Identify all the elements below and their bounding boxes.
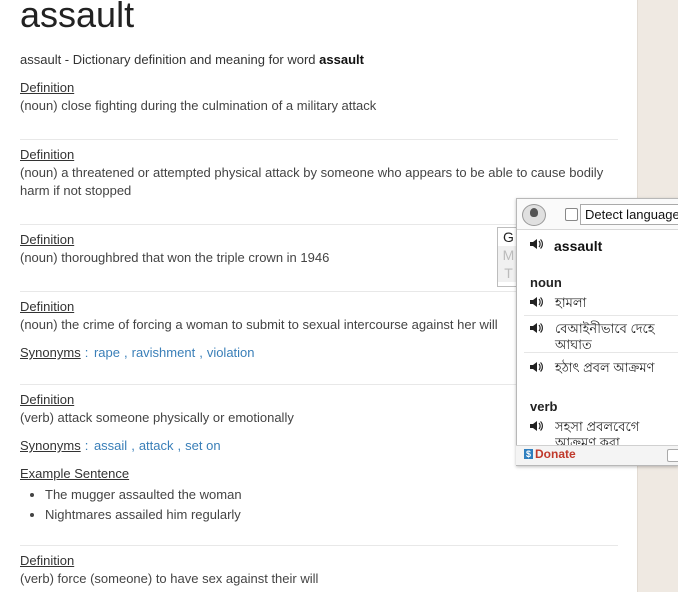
donate-link[interactable]: Donate	[535, 447, 576, 461]
example-item: Nightmares assailed him regularly	[45, 505, 618, 525]
speaker-icon[interactable]	[529, 322, 543, 334]
definition-text: (verb) force (someone) to have sex again…	[20, 571, 319, 586]
translation-item: বেআইনীভাবে দেহে আঘাত	[555, 321, 655, 352]
definition-label: Definition	[20, 392, 75, 407]
translation-item: হঠাৎ প্রবল আক্রমণ	[555, 360, 655, 375]
definition-entry: Definition (noun) close fighting during …	[20, 79, 618, 115]
translation-item: সহসা প্রবলবেগে আক্রমণ করা	[555, 419, 640, 445]
pos-noun-label: noun	[530, 275, 562, 290]
speaker-icon[interactable]	[529, 420, 543, 432]
detect-language-select[interactable]: Detect language	[580, 204, 678, 225]
donate-icon: $	[524, 449, 533, 459]
translator-logo-icon[interactable]	[522, 204, 546, 226]
page-title: assault	[20, 0, 135, 35]
entry-divider	[20, 139, 618, 140]
definition-label: Definition	[20, 232, 75, 247]
synonyms-label: Synonyms	[20, 345, 81, 360]
example-item: The mugger assaulted the woman	[45, 485, 618, 505]
definition-label: Definition	[20, 147, 75, 162]
translation-divider	[524, 352, 678, 353]
synonym-link[interactable]: assail	[94, 438, 127, 453]
synonym-link[interactable]: rape	[94, 345, 120, 360]
definition-label: Definition	[20, 553, 75, 568]
synonyms-label: Synonyms	[20, 438, 81, 453]
definition-text: (noun) a threatened or attempted physica…	[20, 165, 604, 198]
speaker-icon[interactable]	[529, 296, 543, 308]
entry-divider	[20, 545, 618, 546]
definition-text: (noun) the crime of forcing a woman to s…	[20, 317, 498, 332]
speaker-icon[interactable]	[529, 361, 543, 373]
translation-divider	[524, 315, 678, 316]
translator-headword: assault	[554, 238, 603, 254]
definition-text: (noun) close fighting during the culmina…	[20, 98, 377, 113]
definition-entry: Definition (noun) a threatened or attemp…	[20, 146, 618, 200]
definition-label: Definition	[20, 299, 75, 314]
subtitle-text: assault - Dictionary definition and mean…	[20, 52, 320, 67]
example-sentence-label: Example Sentence	[20, 466, 130, 481]
detect-language-checkbox[interactable]	[565, 208, 578, 221]
synonym-link[interactable]: set on	[185, 438, 220, 453]
synonym-link[interactable]: attack	[139, 438, 174, 453]
synonym-link[interactable]: violation	[207, 345, 255, 360]
pos-verb-label: verb	[530, 399, 558, 414]
translation-item: হামলা	[555, 295, 587, 310]
definition-text: (noun) thoroughbred that won the triple …	[20, 250, 330, 265]
subtitle-word: assault	[319, 52, 364, 67]
definition-entry: Definition (verb) force (someone) to hav…	[20, 552, 618, 588]
example-list: The mugger assaulted the woman Nightmare…	[20, 485, 618, 525]
definition-text: (verb) attack someone physically or emot…	[20, 410, 294, 425]
speaker-icon[interactable]	[529, 238, 543, 250]
page-subtitle: assault - Dictionary definition and mean…	[20, 52, 364, 67]
translator-header: Detect language	[517, 199, 678, 230]
footer-option-button[interactable]	[667, 449, 678, 462]
definition-label: Definition	[20, 80, 75, 95]
synonym-link[interactable]: ravishment	[132, 345, 196, 360]
